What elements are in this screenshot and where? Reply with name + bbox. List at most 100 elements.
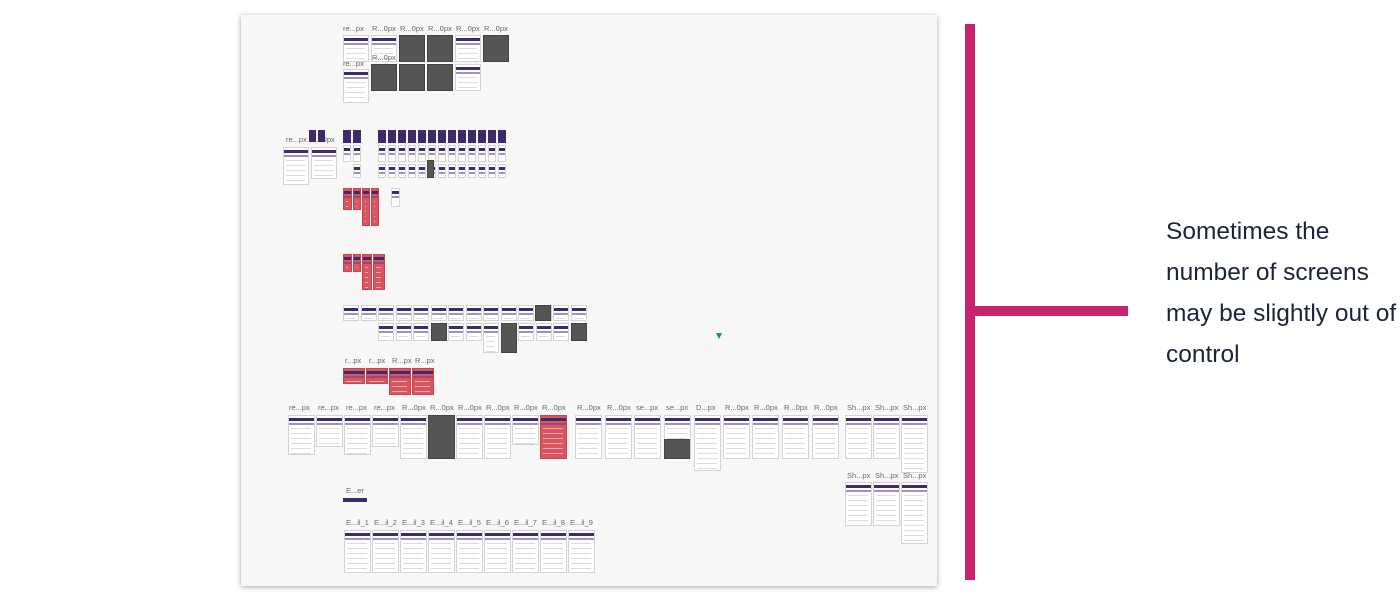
artboard-thumbnail[interactable] <box>309 130 316 142</box>
artboard-thumbnail[interactable] <box>500 305 517 321</box>
artboard-thumbnail[interactable] <box>343 145 351 162</box>
artboard-thumbnail[interactable] <box>465 323 482 341</box>
artboard-thumbnail[interactable] <box>484 530 511 573</box>
artboard-thumbnail[interactable] <box>458 145 466 162</box>
artboard-thumbnail[interactable] <box>664 439 690 459</box>
artboard-thumbnail[interactable] <box>353 130 361 143</box>
artboard-thumbnail[interactable] <box>438 164 446 178</box>
artboard-thumbnail[interactable] <box>353 188 361 210</box>
artboard-thumbnail[interactable] <box>388 145 396 162</box>
artboard-thumbnail[interactable] <box>498 130 506 143</box>
artboard-thumbnail[interactable] <box>518 323 534 341</box>
artboard-thumbnail[interactable] <box>845 415 872 459</box>
artboard-thumbnail[interactable] <box>400 530 427 573</box>
artboard-thumbnail[interactable] <box>468 130 476 143</box>
artboard-thumbnail[interactable] <box>488 164 496 178</box>
artboard-thumbnail[interactable] <box>873 415 900 459</box>
artboard-thumbnail[interactable] <box>428 415 455 459</box>
artboard-thumbnail[interactable] <box>316 415 343 447</box>
artboard-thumbnail[interactable] <box>288 415 315 455</box>
artboard-thumbnail[interactable] <box>570 323 587 341</box>
artboard-thumbnail[interactable] <box>488 130 496 143</box>
artboard-thumbnail[interactable] <box>366 368 388 384</box>
artboard-thumbnail[interactable] <box>428 530 455 573</box>
artboard-thumbnail[interactable] <box>372 415 399 447</box>
artboard-thumbnail[interactable] <box>362 188 370 226</box>
artboard-thumbnail[interactable] <box>398 164 406 178</box>
artboard-thumbnail[interactable] <box>412 368 434 395</box>
artboard-thumbnail[interactable] <box>498 164 506 178</box>
artboard-thumbnail[interactable] <box>483 305 499 321</box>
artboard-thumbnail[interactable] <box>498 145 506 162</box>
artboard-thumbnail[interactable] <box>448 164 456 178</box>
artboard-thumbnail[interactable] <box>343 498 367 502</box>
artboard-thumbnail[interactable] <box>430 323 447 341</box>
artboard-thumbnail[interactable] <box>378 164 386 178</box>
artboard-thumbnail[interactable] <box>343 305 359 321</box>
artboard-thumbnail[interactable] <box>478 130 486 143</box>
artboard-thumbnail[interactable] <box>438 145 446 162</box>
artboard-thumbnail[interactable] <box>408 130 416 143</box>
artboard-thumbnail[interactable] <box>418 130 426 143</box>
artboard-thumbnail[interactable] <box>413 305 429 321</box>
artboard-thumbnail[interactable] <box>400 415 427 459</box>
artboard-thumbnail[interactable] <box>501 323 517 353</box>
artboard-thumbnail[interactable] <box>353 254 361 272</box>
artboard-thumbnail[interactable] <box>413 323 429 341</box>
artboard-thumbnail[interactable] <box>478 164 486 178</box>
artboard-thumbnail[interactable] <box>362 254 372 290</box>
artboard-thumbnail[interactable] <box>378 323 394 341</box>
artboard-thumbnail[interactable] <box>344 530 371 573</box>
artboard-thumbnail[interactable] <box>408 164 416 178</box>
artboard-thumbnail[interactable] <box>782 415 809 459</box>
artboard-thumbnail[interactable] <box>372 530 399 573</box>
artboard-thumbnail[interactable] <box>430 305 447 321</box>
artboard-thumbnail[interactable] <box>694 415 721 471</box>
artboard-thumbnail[interactable] <box>448 323 464 341</box>
artboard-thumbnail[interactable] <box>465 305 482 321</box>
artboard-thumbnail[interactable] <box>438 130 446 143</box>
artboard-thumbnail[interactable] <box>468 164 476 178</box>
artboard-thumbnail[interactable] <box>570 305 587 321</box>
artboard-thumbnail[interactable] <box>418 164 426 178</box>
artboard-thumbnail[interactable] <box>448 130 456 143</box>
artboard-thumbnail[interactable] <box>378 305 394 321</box>
artboard-thumbnail[interactable] <box>518 305 534 321</box>
artboard-thumbnail[interactable] <box>353 164 361 178</box>
artboard-thumbnail[interactable] <box>540 415 567 459</box>
artboard-thumbnail[interactable] <box>360 305 377 321</box>
artboard-thumbnail[interactable] <box>512 530 539 573</box>
artboard-thumbnail[interactable] <box>427 64 453 91</box>
artboard-thumbnail[interactable] <box>456 415 483 459</box>
artboard-thumbnail[interactable] <box>535 305 551 321</box>
artboard-thumbnail[interactable] <box>455 64 481 91</box>
artboard-thumbnail[interactable] <box>478 145 486 162</box>
artboard-thumbnail[interactable] <box>845 482 872 526</box>
artboard-thumbnail[interactable] <box>427 35 453 62</box>
artboard-thumbnail[interactable] <box>427 160 434 178</box>
artboard-thumbnail[interactable] <box>553 305 569 321</box>
artboard-thumbnail[interactable] <box>399 64 425 91</box>
artboard-thumbnail[interactable] <box>398 130 406 143</box>
artboard-thumbnail[interactable] <box>448 305 464 321</box>
artboard-thumbnail[interactable] <box>343 69 369 103</box>
artboard-thumbnail[interactable] <box>484 415 511 459</box>
artboard-thumbnail[interactable] <box>388 164 396 178</box>
artboard-thumbnail[interactable] <box>456 530 483 573</box>
artboard-thumbnail[interactable] <box>373 254 385 290</box>
artboard-thumbnail[interactable] <box>540 530 567 573</box>
artboard-thumbnail[interactable] <box>468 145 476 162</box>
artboard-thumbnail[interactable] <box>395 323 412 341</box>
design-canvas[interactable]: re...px R...0px R...0px R...0px R...0px R...0… <box>241 15 937 586</box>
artboard-thumbnail[interactable] <box>568 530 595 573</box>
artboard-thumbnail[interactable] <box>391 188 400 207</box>
artboard-thumbnail[interactable] <box>488 145 496 162</box>
artboard-thumbnail[interactable] <box>901 415 928 473</box>
artboard-thumbnail[interactable] <box>399 35 425 62</box>
artboard-thumbnail[interactable] <box>873 482 900 526</box>
artboard-thumbnail[interactable] <box>428 130 436 143</box>
artboard-thumbnail[interactable] <box>371 64 397 91</box>
artboard-thumbnail[interactable] <box>389 368 411 395</box>
artboard-thumbnail[interactable] <box>483 35 509 62</box>
artboard-thumbnail[interactable] <box>388 130 396 143</box>
